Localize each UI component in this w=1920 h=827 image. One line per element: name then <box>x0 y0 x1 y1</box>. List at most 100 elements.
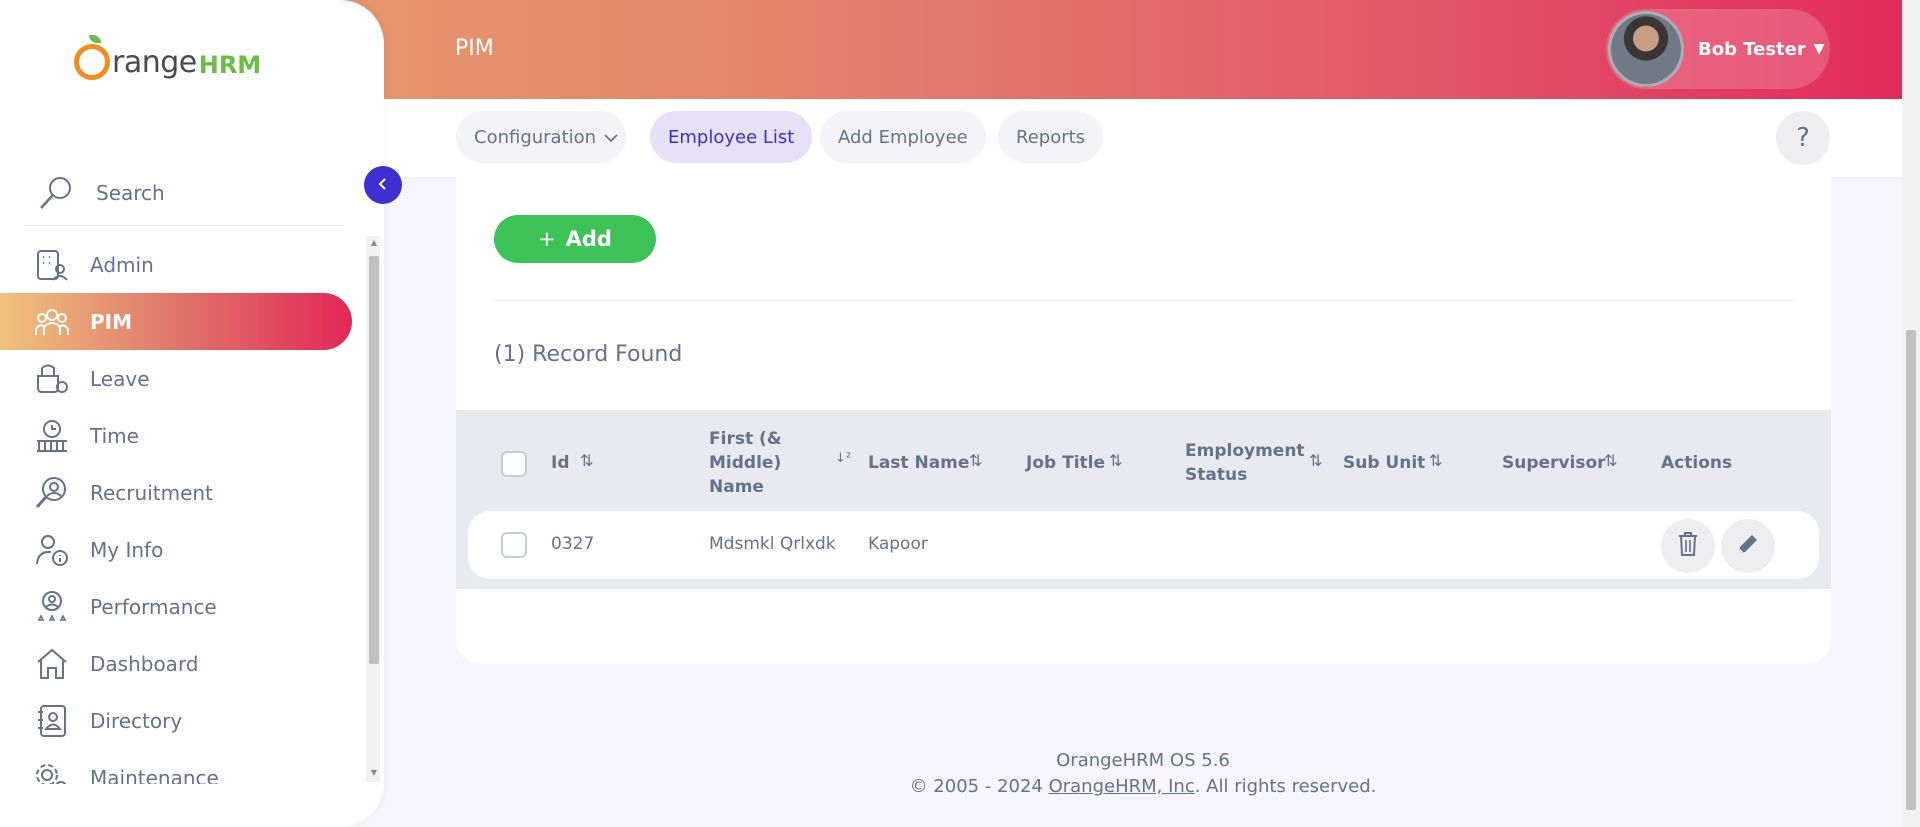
orange-logo-icon <box>74 35 110 80</box>
records-found-label: (1) Record Found <box>494 342 683 367</box>
tab-add-employee[interactable]: Add Employee <box>820 111 986 163</box>
sidebar-item-label: Time <box>90 423 139 448</box>
search-icon <box>34 171 78 215</box>
help-button[interactable]: ? <box>1776 111 1830 165</box>
company-link[interactable]: OrangeHRM, Inc <box>1049 776 1195 797</box>
plus-icon: + <box>538 227 556 251</box>
delete-button[interactable] <box>1661 519 1715 573</box>
footer: OrangeHRM OS 5.6 © 2005 - 2024 OrangeHRM… <box>384 748 1902 800</box>
sidebar-item-label: Performance <box>90 594 217 619</box>
sidebar-item-label: Leave <box>90 366 150 391</box>
scroll-down-arrow-icon[interactable]: ▼ <box>369 768 379 778</box>
sidebar-item-label: PIM <box>90 309 133 334</box>
pencil-icon <box>1735 531 1761 561</box>
sidebar-item-recruitment[interactable]: Recruitment <box>0 464 352 521</box>
column-header-employment-status-line1: Employment <box>1185 441 1305 461</box>
brand-logo[interactable]: range HRM <box>74 35 262 80</box>
cell-first-name: Mdsmkl Qrlxdk <box>709 534 836 554</box>
time-icon <box>34 418 70 454</box>
copyright-suffix: . All rights reserved. <box>1194 776 1377 797</box>
sidebar-scrollbar-thumb[interactable] <box>369 256 379 664</box>
trash-icon <box>1677 531 1699 561</box>
chevron-down-icon <box>604 127 618 148</box>
user-dropdown[interactable]: Bob Tester ▼ <box>1606 9 1830 89</box>
admin-icon <box>34 247 70 283</box>
user-avatar <box>1608 11 1684 87</box>
brand-suffix: HRM <box>198 51 262 79</box>
pim-icon <box>34 304 70 340</box>
column-header-employment-status: Employment Status <box>1185 439 1305 487</box>
collapse-sidebar-button[interactable] <box>364 166 402 204</box>
search-label: Search <box>96 180 165 205</box>
sidebar-item-label: Dashboard <box>90 651 199 676</box>
column-header-sub-unit: Sub Unit <box>1343 453 1426 473</box>
column-header-supervisor: Supervisor <box>1502 453 1606 473</box>
copyright-prefix: © 2005 - 2024 <box>909 776 1049 797</box>
divider <box>494 300 1794 301</box>
sidebar-item-label: Admin <box>90 252 154 277</box>
cell-last-name: Kapoor <box>868 534 928 554</box>
page-scrollbar-thumb[interactable] <box>1906 330 1916 810</box>
sidebar-search[interactable]: Search <box>24 160 344 226</box>
module-title: PIM <box>455 36 494 61</box>
sidebar-item-dashboard[interactable]: Dashboard <box>0 635 352 692</box>
sidebar-menu: Admin PIM Leave Time Recruitment My Info… <box>0 236 352 784</box>
column-header-first-name-line3: Name <box>709 477 764 497</box>
table-row[interactable]: 0327 Mdsmkl Qrlxdk Kapoor <box>468 511 1819 579</box>
sort-ascending-icon[interactable]: ↓² <box>835 451 851 466</box>
recruitment-icon <box>34 475 70 511</box>
sort-icon[interactable]: ⇅ <box>1109 451 1122 470</box>
performance-icon <box>34 589 70 625</box>
sidebar-item-directory[interactable]: Directory <box>0 692 352 749</box>
footer-version: OrangeHRM OS 5.6 <box>1056 750 1230 771</box>
sidebar-item-pim[interactable]: PIM <box>0 293 352 350</box>
caret-down-icon: ▼ <box>1813 41 1825 57</box>
employee-list-card: + Add (1) Record Found Id ⇅ First (& Mid… <box>456 177 1831 664</box>
add-employee-button[interactable]: + Add <box>494 215 656 263</box>
tab-configuration-label: Configuration <box>474 126 597 148</box>
sidebar-item-label: Directory <box>90 708 183 733</box>
row-checkbox[interactable] <box>501 532 527 558</box>
leave-icon <box>34 361 70 397</box>
column-header-id: Id <box>551 453 570 473</box>
sidebar-item-label: Maintenance <box>90 765 219 785</box>
dashboard-icon <box>34 646 70 682</box>
column-header-actions: Actions <box>1661 453 1733 473</box>
sort-icon[interactable]: ⇅ <box>580 451 593 470</box>
sidebar: range HRM Search Admin PIM Leave Time Re… <box>0 0 384 827</box>
column-header-first-name-line1: First (& <box>709 429 782 449</box>
my-info-icon <box>34 532 70 568</box>
employee-table: Id ⇅ First (& Middle) Name ↓² Last Name … <box>456 410 1831 589</box>
maintenance-icon <box>34 760 70 784</box>
directory-icon <box>34 703 70 739</box>
sort-icon[interactable]: ⇅ <box>1604 451 1617 470</box>
edit-button[interactable] <box>1721 519 1775 573</box>
add-button-label: Add <box>565 227 612 251</box>
sidebar-item-time[interactable]: Time <box>0 407 352 464</box>
tab-employee-list[interactable]: Employee List <box>650 111 813 163</box>
column-header-employment-status-line2: Status <box>1185 465 1248 485</box>
sort-icon[interactable]: ⇅ <box>1309 451 1322 470</box>
column-header-first-name: First (& Middle) Name <box>709 427 782 499</box>
sidebar-item-label: My Info <box>90 537 164 562</box>
top-navigation: Configuration Employee List Add Employee… <box>384 99 1902 177</box>
scroll-up-arrow-icon[interactable]: ▲ <box>369 238 379 248</box>
brand-name: range <box>112 45 197 80</box>
tab-reports[interactable]: Reports <box>998 111 1104 163</box>
sort-icon[interactable]: ⇅ <box>1429 451 1442 470</box>
user-name: Bob Tester <box>1698 38 1806 60</box>
sidebar-item-my-info[interactable]: My Info <box>0 521 352 578</box>
chevron-left-icon <box>377 176 389 195</box>
column-header-last-name: Last Name <box>868 453 970 473</box>
cell-id: 0327 <box>551 534 595 554</box>
sort-icon[interactable]: ⇅ <box>969 451 982 470</box>
sidebar-item-admin[interactable]: Admin <box>0 236 352 293</box>
tab-configuration[interactable]: Configuration <box>456 111 626 163</box>
column-header-first-name-line2: Middle) <box>709 453 782 473</box>
select-all-checkbox[interactable] <box>501 451 527 477</box>
sidebar-item-leave[interactable]: Leave <box>0 350 352 407</box>
sidebar-item-performance[interactable]: Performance <box>0 578 352 635</box>
footer-copyright: © 2005 - 2024 OrangeHRM, Inc. All rights… <box>384 774 1902 800</box>
sidebar-item-label: Recruitment <box>90 480 213 505</box>
sidebar-item-maintenance[interactable]: Maintenance <box>0 749 352 784</box>
